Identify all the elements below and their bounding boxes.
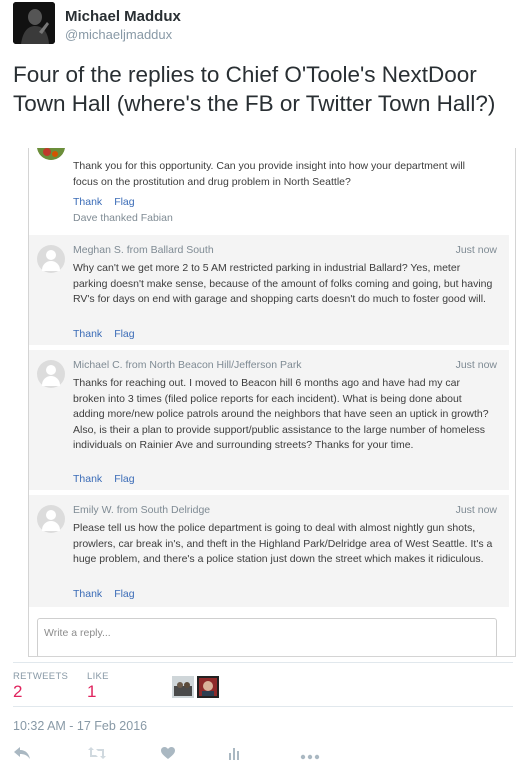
author-name[interactable]: Michael Maddux [65,8,181,25]
author-handle[interactable]: @michaeljmaddux [65,27,172,42]
reply-actions: Thank Flag [73,588,147,600]
reply-text: Why can't we get more 2 to 5 AM restrict… [73,262,493,306]
retweets-label[interactable]: RETWEETS [13,671,68,682]
reply-author[interactable]: Meghan S. from Ballard South [73,244,214,256]
like-icon[interactable] [160,746,180,762]
thank-link[interactable]: Thank [73,473,102,485]
reply-item: Michael C. from North Beacon Hill/Jeffer… [29,350,509,490]
attached-screenshot[interactable]: Thank you for this opportunity. Can you … [28,148,516,657]
thank-link[interactable]: Thank [73,588,102,600]
reply-icon[interactable] [13,746,33,762]
reply-time: Just now [455,359,497,371]
flag-link[interactable]: Flag [114,328,134,340]
tweet-text: Four of the replies to Chief O'Toole's N… [13,62,496,116]
reply-item: Emily W. from South Delridge Just now Pl… [29,495,509,607]
reply-text: Thanks for reaching out. I moved to Beac… [73,377,489,452]
reply-item: Thank you for this opportunity. Can you … [29,148,509,230]
divider [13,706,513,707]
write-reply-input[interactable]: Write a reply... [37,618,497,656]
reply-item: Meghan S. from Ballard South Just now Wh… [29,235,509,345]
reply-actions: Thank Flag [73,328,147,340]
reply-avatar [37,148,65,160]
thank-link[interactable]: Thank [73,328,102,340]
reply-actions: Thank Flag [73,196,147,208]
author-avatar[interactable] [13,2,55,44]
thanked-note: Dave thanked Fabian [73,212,173,224]
retweeter-avatar[interactable] [197,676,219,698]
reply-author[interactable]: Emily W. from South Delridge [73,504,210,516]
reply-avatar [37,505,65,533]
retweets-count[interactable]: 2 [13,682,22,702]
reply-actions: Thank Flag [73,473,147,485]
tweet-timestamp[interactable]: 10:32 AM - 17 Feb 2016 [13,719,147,733]
liker-avatar[interactable] [172,676,194,698]
reply-time: Just now [455,244,497,256]
thank-link[interactable]: Thank [73,196,102,208]
likes-label[interactable]: LIKE [87,671,109,682]
reply-avatar [37,245,65,273]
reply-text: Thank you for this opportunity. Can you … [73,160,466,188]
reply-avatar [37,360,65,388]
analytics-icon[interactable] [228,746,248,762]
flag-link[interactable]: Flag [114,588,134,600]
reply-text: Please tell us how the police department… [73,522,493,566]
retweet-icon[interactable] [87,746,107,762]
flag-link[interactable]: Flag [114,196,134,208]
divider [13,662,513,663]
flag-link[interactable]: Flag [114,473,134,485]
reply-time: Just now [455,504,497,516]
reply-author[interactable]: Michael C. from North Beacon Hill/Jeffer… [73,359,302,371]
likes-count[interactable]: 1 [87,682,96,702]
more-icon[interactable] [300,748,320,764]
